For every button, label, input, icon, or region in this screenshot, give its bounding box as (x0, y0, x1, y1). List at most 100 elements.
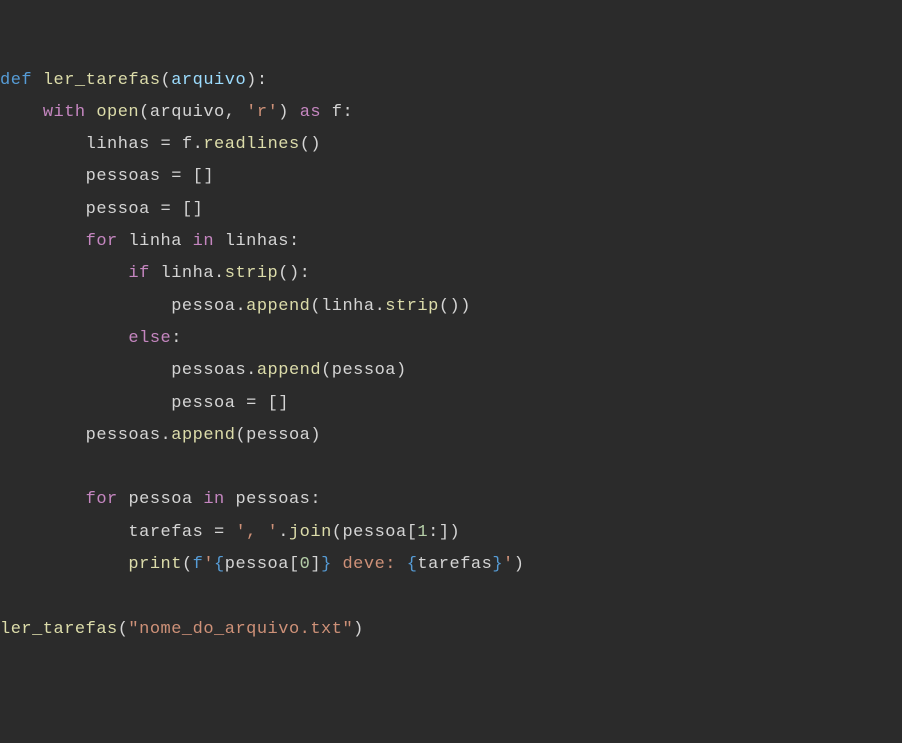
space (321, 103, 332, 122)
method-call: append (171, 426, 235, 445)
equals: = (161, 167, 193, 186)
method-call: readlines (203, 135, 299, 154)
variable: linha (161, 264, 215, 283)
rparen-colon: ): (246, 71, 267, 90)
variable: linha (128, 232, 182, 251)
code-line: for linha in linhas: (0, 232, 300, 251)
keyword-in: in (203, 490, 224, 509)
space (86, 103, 97, 122)
variable: pessoas (86, 426, 161, 445)
rbracket: ] (310, 555, 321, 574)
function-name: ler_tarefas (43, 71, 161, 90)
builtin-print: print (128, 555, 182, 574)
indent (0, 394, 171, 413)
number: 1 (417, 523, 428, 542)
keyword-if: if (128, 264, 149, 283)
indent (0, 297, 171, 316)
string-literal: 'r' (246, 103, 278, 122)
variable: linha (321, 297, 375, 316)
dot: . (214, 264, 225, 283)
code-line: print(f'{pessoa[0]} deve: {tarefas}') (0, 555, 524, 574)
variable: pessoas (171, 361, 246, 380)
lbracket: [ (407, 523, 418, 542)
lparen: ( (139, 103, 150, 122)
fstring-lbrace: { (407, 555, 418, 574)
keyword-else: else (128, 329, 171, 348)
indent (0, 167, 86, 186)
comma: , (225, 103, 246, 122)
code-line: for pessoa in pessoas: (0, 490, 321, 509)
keyword-def: def (0, 71, 32, 90)
function-call: ler_tarefas (0, 620, 118, 639)
parameter: arquivo (171, 71, 246, 90)
space (193, 490, 204, 509)
rbracket: ] (439, 523, 450, 542)
fstring-rbrace: } (321, 555, 332, 574)
code-line: else: (0, 329, 182, 348)
variable: f (182, 135, 193, 154)
dot: . (246, 361, 257, 380)
method-call: strip (225, 264, 279, 283)
quote: ' (203, 555, 214, 574)
variable: tarefas (417, 555, 492, 574)
code-line: linhas = f.readlines() (0, 135, 321, 154)
equals: = (235, 394, 267, 413)
indent (0, 103, 43, 122)
code-line: def ler_tarefas(arquivo): (0, 71, 268, 90)
variable: pessoas (235, 490, 310, 509)
rparen: ) (450, 523, 461, 542)
indent (0, 264, 128, 283)
code-line: pessoa = [] (0, 394, 289, 413)
lparen: ( (321, 361, 332, 380)
space (214, 232, 225, 251)
keyword-as: as (300, 103, 321, 122)
variable: pessoa (225, 555, 289, 574)
space (118, 490, 129, 509)
quote: ' (503, 555, 514, 574)
rparen: ) (396, 361, 407, 380)
code-line: pessoas.append(pessoa) (0, 426, 321, 445)
variable: pessoas (86, 167, 161, 186)
slice-colon: : (428, 523, 439, 542)
fstring-rbrace: } (492, 555, 503, 574)
lparen: ( (161, 71, 172, 90)
variable: linhas (225, 232, 289, 251)
parens: () (278, 264, 299, 283)
colon: : (289, 232, 300, 251)
variable: pessoa (171, 297, 235, 316)
code-line: pessoa = [] (0, 200, 203, 219)
indent (0, 555, 128, 574)
lparen: ( (118, 620, 129, 639)
number: 0 (300, 555, 311, 574)
code-line: pessoa.append(linha.strip()) (0, 297, 471, 316)
method-call: join (289, 523, 332, 542)
lbracket: [ (289, 555, 300, 574)
variable: pessoa (246, 426, 310, 445)
variable: f (332, 103, 343, 122)
space (289, 103, 300, 122)
rparen: ) (460, 297, 471, 316)
lparen: ( (332, 523, 343, 542)
variable: arquivo (150, 103, 225, 122)
variable: linhas (86, 135, 150, 154)
space (150, 264, 161, 283)
dot: . (193, 135, 204, 154)
variable: pessoa (128, 490, 192, 509)
method-call: strip (385, 297, 439, 316)
keyword-for: for (86, 490, 118, 509)
equals: = (203, 523, 235, 542)
fstring-text: deve: (332, 555, 407, 574)
indent (0, 329, 128, 348)
dot: . (161, 426, 172, 445)
code-line: with open(arquivo, 'r') as f: (0, 103, 353, 122)
code-line: pessoas = [] (0, 167, 214, 186)
dot: . (235, 297, 246, 316)
rparen: ) (353, 620, 364, 639)
variable: tarefas (128, 523, 203, 542)
colon: : (310, 490, 321, 509)
dot: . (278, 523, 289, 542)
fstring-prefix: f (193, 555, 204, 574)
empty-list: [] (268, 394, 289, 413)
variable: pessoa (342, 523, 406, 542)
indent (0, 426, 86, 445)
